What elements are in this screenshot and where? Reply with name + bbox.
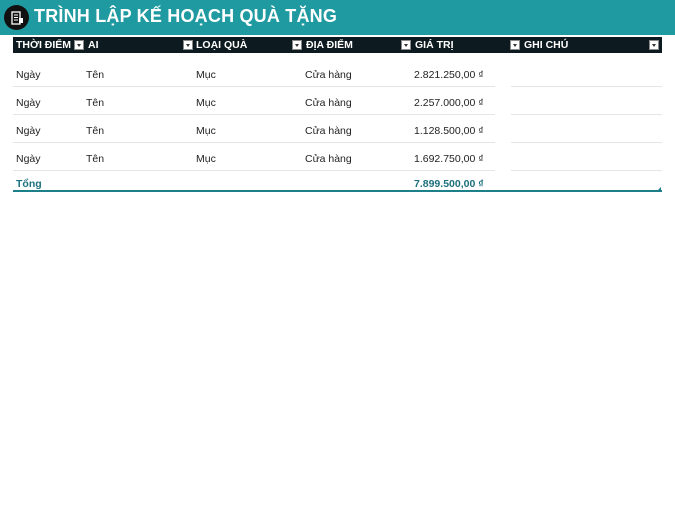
table-row[interactable]: Ngày Tên Mục Cửa hàng 2.821.250,00 ₫ xyxy=(13,60,662,88)
total-divider xyxy=(13,190,662,192)
cell-value[interactable]: 2.257.000,00 ₫ xyxy=(414,97,484,109)
cell-gift-type[interactable]: Mục xyxy=(196,153,216,165)
total-value[interactable]: 7.899.500,00 ₫ xyxy=(414,178,484,190)
table-row[interactable]: Ngày Tên Mục Cửa hàng 1.692.750,00 ₫ xyxy=(13,144,662,172)
table-header: THỜI ĐIỂM AI LOẠI QUÀ ĐỊA ĐIỂM GIÁ TRỊ G… xyxy=(13,37,662,53)
gift-list-icon xyxy=(4,5,29,30)
cell-place[interactable]: Cửa hàng xyxy=(305,97,352,109)
cell-who[interactable]: Tên xyxy=(86,125,104,137)
cell-place[interactable]: Cửa hàng xyxy=(305,153,352,165)
column-header-value[interactable]: GIÁ TRỊ xyxy=(412,37,521,53)
column-header-gift-type[interactable]: LOẠI QUÀ xyxy=(193,37,303,53)
title-bar: TRÌNH LẬP KẾ HOẠCH QUÀ TẶNG xyxy=(0,0,675,35)
cell-gift-type[interactable]: Mục xyxy=(196,125,216,137)
column-header-who[interactable]: AI xyxy=(85,37,193,53)
table-row[interactable]: Ngày Tên Mục Cửa hàng 1.128.500,00 ₫ xyxy=(13,116,662,144)
cell-time[interactable]: Ngày xyxy=(16,125,41,137)
row-divider xyxy=(13,114,495,115)
cell-who[interactable]: Tên xyxy=(86,69,104,81)
cell-gift-type[interactable]: Mục xyxy=(196,69,216,81)
column-header-label: GHI CHÚ xyxy=(524,39,569,51)
dropdown-filter-icon[interactable] xyxy=(510,40,520,50)
cell-place[interactable]: Cửa hàng xyxy=(305,69,352,81)
cell-value[interactable]: 1.692.750,00 ₫ xyxy=(414,153,484,165)
column-header-place[interactable]: ĐỊA ĐIỂM xyxy=(303,37,412,53)
column-header-label: AI xyxy=(88,39,99,51)
cell-who[interactable]: Tên xyxy=(86,153,104,165)
row-divider xyxy=(511,170,662,171)
dropdown-filter-icon[interactable] xyxy=(649,40,659,50)
total-label: Tổng xyxy=(16,178,42,190)
column-header-label: THỜI ĐIỂM xyxy=(16,39,72,51)
column-header-note[interactable]: GHI CHÚ xyxy=(521,37,662,53)
row-divider xyxy=(13,86,495,87)
row-divider xyxy=(511,142,662,143)
total-row[interactable]: Tổng 7.899.500,00 ₫ xyxy=(13,172,662,192)
cell-value[interactable]: 1.128.500,00 ₫ xyxy=(414,125,484,137)
column-header-label: GIÁ TRỊ xyxy=(415,39,454,51)
column-header-label: LOẠI QUÀ xyxy=(196,39,248,51)
cell-value[interactable]: 2.821.250,00 ₫ xyxy=(414,69,484,81)
cell-time[interactable]: Ngày xyxy=(16,97,41,109)
dropdown-filter-icon[interactable] xyxy=(183,40,193,50)
table-row[interactable]: Ngày Tên Mục Cửa hàng 2.257.000,00 ₫ xyxy=(13,88,662,116)
row-divider xyxy=(13,142,495,143)
row-divider xyxy=(511,114,662,115)
column-header-label: ĐỊA ĐIỂM xyxy=(306,39,353,51)
row-divider xyxy=(13,170,495,171)
cell-who[interactable]: Tên xyxy=(86,97,104,109)
cell-place[interactable]: Cửa hàng xyxy=(305,125,352,137)
column-header-time[interactable]: THỜI ĐIỂM xyxy=(13,37,85,53)
page-title: TRÌNH LẬP KẾ HOẠCH QUÀ TẶNG xyxy=(34,6,338,26)
dropdown-filter-icon[interactable] xyxy=(74,40,84,50)
table-resize-handle[interactable] xyxy=(658,187,661,190)
dropdown-filter-icon[interactable] xyxy=(401,40,411,50)
row-divider xyxy=(511,86,662,87)
cell-time[interactable]: Ngày xyxy=(16,153,41,165)
cell-time[interactable]: Ngày xyxy=(16,69,41,81)
cell-gift-type[interactable]: Mục xyxy=(196,97,216,109)
dropdown-filter-icon[interactable] xyxy=(292,40,302,50)
